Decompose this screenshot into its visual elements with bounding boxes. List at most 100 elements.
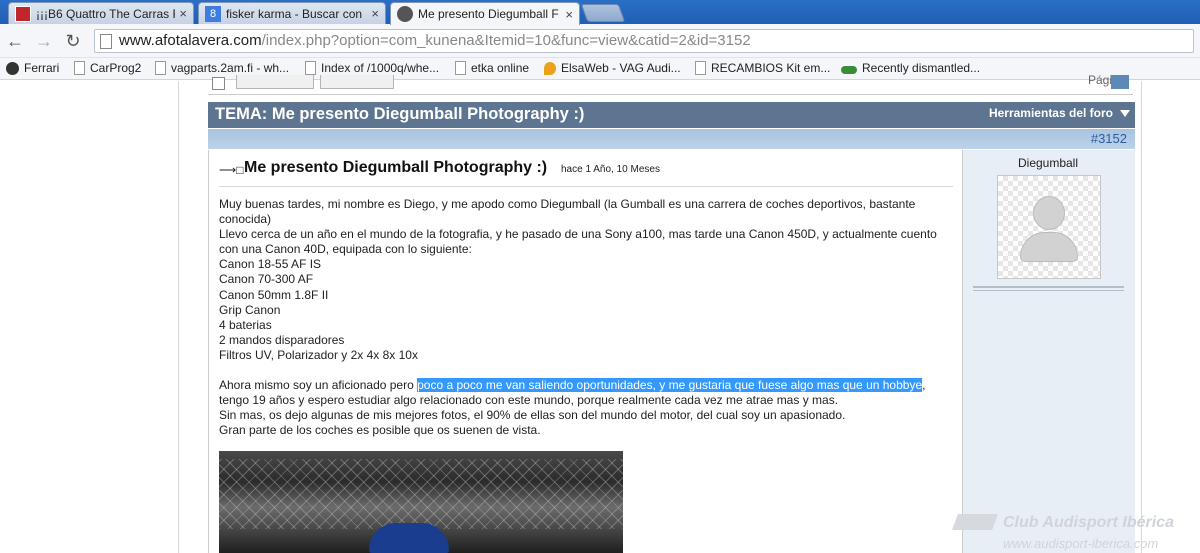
bookmark-label: vagparts.2am.fi - wh... bbox=[171, 61, 290, 75]
post-text: conocida) bbox=[219, 212, 272, 227]
bookmarks-bar: Ferrari CarProg2 vagparts.2am.fi - wh...… bbox=[0, 58, 1200, 80]
post-text-segment: , bbox=[922, 378, 926, 393]
close-tab-icon[interactable]: × bbox=[179, 6, 187, 21]
page-icon bbox=[100, 34, 112, 49]
tab-me-presento[interactable]: Me presento Diegumball F × bbox=[390, 2, 580, 25]
bookmark-vagparts[interactable]: vagparts.2am.fi - wh... bbox=[155, 61, 289, 75]
avatar-body bbox=[1020, 232, 1078, 262]
post-photo[interactable] bbox=[219, 451, 623, 553]
page-icon bbox=[155, 61, 166, 75]
post-text: Muy buenas tardes, mi nombre es Diego, y… bbox=[219, 197, 916, 211]
forum-tools-menu[interactable]: Herramientas del foro bbox=[989, 106, 1113, 120]
watermark-url: www.audisport-iberica.com bbox=[1003, 536, 1159, 551]
page-border-left bbox=[178, 81, 179, 553]
page-icon bbox=[695, 61, 706, 75]
tab-title: fisker karma - Buscar con bbox=[226, 6, 363, 21]
gear-list-item: Grip Canon bbox=[219, 302, 281, 317]
post-link-icon[interactable]: ⟶□ bbox=[219, 163, 243, 177]
browser-toolbar: ← → ↻ www.afotalavera.com/index.php?opti… bbox=[0, 24, 1200, 58]
page-icon bbox=[74, 61, 85, 75]
post-title: Me presento Diegumball Photography :) bbox=[244, 159, 548, 176]
bookmark-label: RECAMBIOS Kit em... bbox=[711, 61, 831, 75]
tab-strip: ¡¡¡B6 Quattro The Carras Ri × 8 fisker k… bbox=[0, 0, 1200, 25]
divider bbox=[973, 286, 1124, 288]
gear-list-item: Canon 18-55 AF IS bbox=[219, 257, 322, 272]
forum-action-strip: Página: bbox=[208, 73, 1133, 95]
bookmark-recambios[interactable]: RECAMBIOS Kit em... bbox=[695, 61, 830, 75]
divider bbox=[973, 290, 1124, 291]
reload-icon[interactable]: ↻ bbox=[62, 30, 84, 52]
address-bar[interactable]: www.afotalavera.com/index.php?option=com… bbox=[94, 29, 1194, 53]
bookmark-ferrari[interactable]: Ferrari bbox=[6, 61, 59, 75]
avatar-head bbox=[1033, 196, 1065, 230]
tab-title: Me presento Diegumball F bbox=[418, 7, 559, 21]
post-header: ⟶□ Me presento Diegumball Photography :)… bbox=[219, 159, 954, 183]
ferrari-icon bbox=[6, 61, 19, 75]
page-border-right bbox=[1141, 81, 1142, 553]
post-text: tengo 19 años y espero estudiar algo rel… bbox=[219, 393, 839, 408]
select-checkbox[interactable] bbox=[212, 77, 225, 90]
bookmark-label: CarProg2 bbox=[90, 61, 142, 75]
bookmark-label: ElsaWeb - VAG Audi... bbox=[561, 61, 681, 75]
gear-list-item: 4 baterias bbox=[219, 317, 272, 332]
author-name[interactable]: Diegumball bbox=[963, 156, 1133, 170]
bookmark-label: Ferrari bbox=[24, 61, 60, 75]
thread-title: TEMA: Me presento Diegumball Photography… bbox=[215, 105, 585, 123]
back-arrow-icon[interactable]: ← bbox=[4, 30, 26, 52]
page-number-button[interactable] bbox=[1111, 75, 1129, 89]
url-path: /index.php?option=com_kunena&Itemid=10&f… bbox=[261, 32, 751, 49]
tab-title: ¡¡¡B6 Quattro The Carras Ri bbox=[36, 6, 176, 21]
post-text: Gran parte de los coches es posible que … bbox=[219, 423, 541, 438]
avatar[interactable] bbox=[997, 175, 1101, 279]
gear-list-item: Canon 70-300 AF bbox=[219, 272, 314, 287]
bookmark-recently-dismantled[interactable]: Recently dismantled... bbox=[841, 61, 980, 75]
forum-icon bbox=[397, 6, 413, 22]
bookmark-etka[interactable]: etka online bbox=[455, 61, 529, 75]
post-text: Llevo cerca de un año en el mundo de la … bbox=[219, 227, 937, 242]
post-text: Sin mas, os dejo algunas de mis mejores … bbox=[219, 408, 846, 423]
page-icon bbox=[305, 61, 316, 75]
google-icon: 8 bbox=[205, 5, 221, 22]
author-sidebar: Diegumball bbox=[962, 150, 1135, 553]
new-topic-button[interactable] bbox=[320, 75, 394, 89]
bookmark-label: Index of /1000q/whe... bbox=[321, 61, 440, 75]
post-body: Muy buenas tardes, mi nombre es Diego, y… bbox=[219, 197, 959, 438]
gear-list-item: Filtros UV, Polarizador y 2x 4x 8x 10x bbox=[219, 347, 418, 362]
new-tab-button[interactable] bbox=[580, 4, 626, 22]
post-text: con una Canon 40D, equipada con lo sigui… bbox=[219, 242, 472, 257]
post-permalink[interactable]: #3152 bbox=[1091, 131, 1127, 146]
post-text: Ahora mismo soy un aficionado pero poco … bbox=[219, 378, 959, 393]
tab-b6-quattro[interactable]: ¡¡¡B6 Quattro The Carras Ri × bbox=[8, 2, 194, 24]
url-host: www.afotalavera.com bbox=[119, 32, 262, 49]
post-text-segment: Ahora mismo soy un aficionado pero bbox=[219, 378, 418, 393]
page-content: Página: TEMA: Me presento Diegumball Pho… bbox=[0, 73, 1200, 553]
audisport-logo bbox=[952, 514, 998, 530]
reply-topic-button[interactable] bbox=[236, 75, 314, 89]
forward-arrow-icon[interactable]: → bbox=[33, 30, 55, 52]
chevron-down-icon[interactable] bbox=[1120, 110, 1130, 117]
page-icon bbox=[455, 61, 466, 75]
watermark-text: Club Audisport Ibérica bbox=[1003, 514, 1174, 531]
post-id-bar: #3152 bbox=[208, 129, 1135, 149]
bookmark-elsaweb[interactable]: ElsaWeb - VAG Audi... bbox=[544, 61, 681, 75]
gear-list-item: Canon 50mm 1.8F II bbox=[219, 287, 329, 302]
bookmark-label: etka online bbox=[471, 61, 530, 75]
bookmark-carprog2[interactable]: CarProg2 bbox=[74, 61, 141, 75]
watermark: Club Audisport Ibérica www.audisport-ibe… bbox=[952, 512, 1200, 553]
selected-text: poco a poco me van saliendo oportunidade… bbox=[417, 378, 923, 393]
thread-header: TEMA: Me presento Diegumball Photography… bbox=[208, 102, 1135, 128]
photo-fence bbox=[219, 459, 623, 529]
bookmark-index[interactable]: Index of /1000q/whe... bbox=[305, 61, 439, 75]
elsaweb-icon bbox=[544, 61, 556, 75]
audi-icon bbox=[15, 5, 31, 22]
divider bbox=[219, 186, 953, 187]
tab-fisker-search[interactable]: 8 fisker karma - Buscar con × bbox=[198, 2, 386, 24]
photo-car bbox=[369, 523, 449, 553]
car-icon bbox=[841, 65, 857, 74]
bookmark-label: Recently dismantled... bbox=[862, 61, 981, 75]
gear-list-item: 2 mandos disparadores bbox=[219, 332, 345, 347]
post-timestamp: hace 1 Año, 10 Meses bbox=[561, 164, 660, 175]
close-tab-icon[interactable]: × bbox=[371, 6, 379, 21]
close-tab-icon[interactable]: × bbox=[565, 7, 573, 22]
